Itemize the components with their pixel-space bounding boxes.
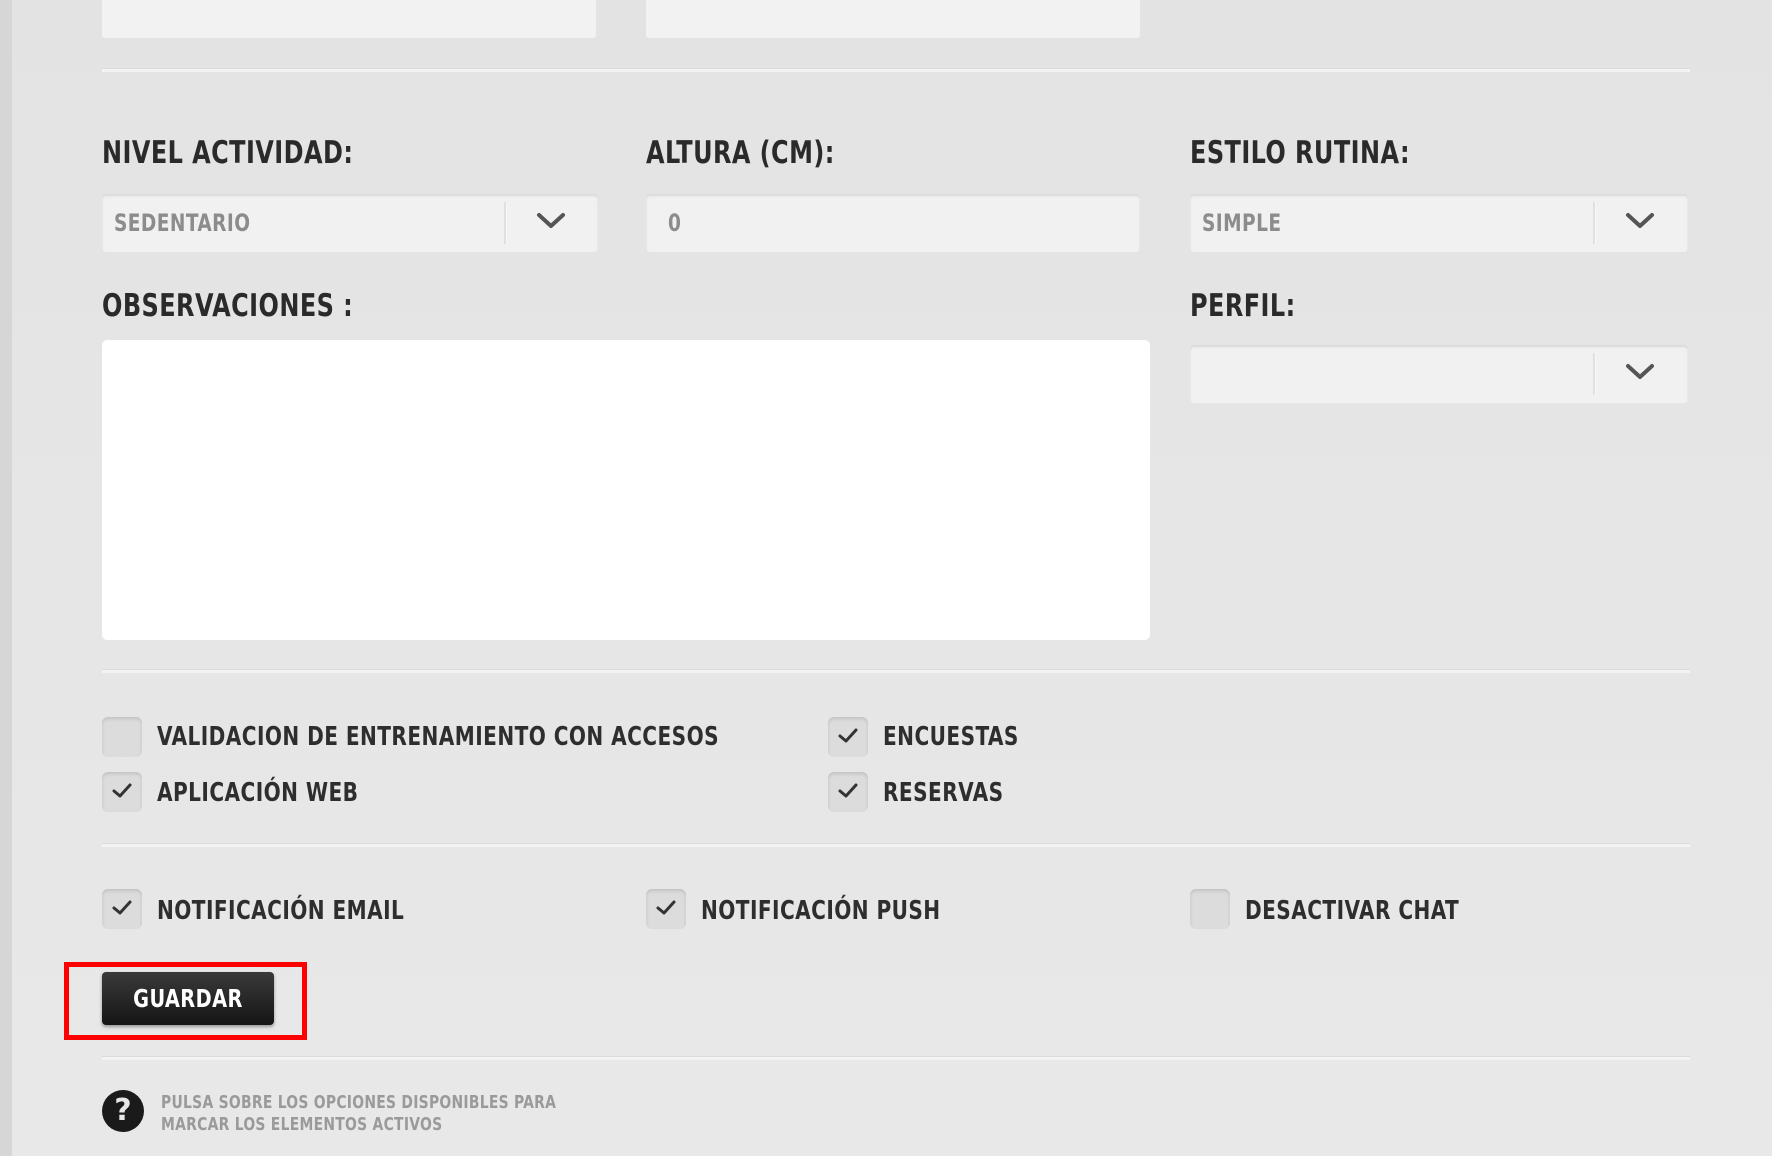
desactivar-chat-checkbox[interactable] — [1190, 889, 1230, 929]
help-text-line-1: PULSA SOBRE LOS OPCIONES DISPONIBLES PAR… — [161, 1092, 557, 1113]
checkmark-icon — [656, 900, 676, 915]
perfil-select[interactable] — [1190, 345, 1688, 403]
checkmark-icon — [838, 783, 858, 798]
select-separator — [1593, 202, 1596, 244]
previous-field-left[interactable] — [102, 0, 596, 38]
nivel-actividad-label: NIVEL ACTIVIDAD: — [102, 135, 354, 171]
section-divider-options — [102, 669, 1690, 673]
previous-field-right[interactable] — [646, 0, 1140, 38]
validacion-entrenamiento-checkbox[interactable] — [102, 717, 142, 757]
encuestas-label[interactable]: ENCUESTAS — [883, 722, 1019, 752]
checkmark-icon — [112, 900, 132, 915]
altura-value: 0 — [668, 209, 682, 237]
section-divider-top — [102, 68, 1690, 72]
aplicacion-web-checkbox[interactable] — [102, 772, 142, 812]
notificacion-email-checkbox[interactable] — [102, 889, 142, 929]
section-divider-bottom — [102, 1056, 1690, 1060]
encuestas-checkbox[interactable] — [828, 717, 868, 757]
nivel-actividad-value: SEDENTARIO — [114, 209, 251, 237]
section-divider-notifications — [102, 843, 1690, 847]
question-circle-icon: ? — [102, 1090, 144, 1132]
reservas-checkbox[interactable] — [828, 772, 868, 812]
observaciones-label: OBSERVACIONES : — [102, 288, 354, 324]
left-edge-strip — [0, 0, 12, 1156]
observaciones-textarea[interactable] — [102, 340, 1150, 640]
estilo-rutina-select[interactable]: SIMPLE — [1190, 194, 1688, 252]
checkmark-icon — [112, 783, 132, 798]
reservas-label[interactable]: RESERVAS — [883, 778, 1004, 808]
help-text-line-2: MARCAR LOS ELEMENTOS ACTIVOS — [161, 1114, 443, 1135]
estilo-rutina-value: SIMPLE — [1202, 209, 1282, 237]
validacion-entrenamiento-label[interactable]: VALIDACION DE ENTRENAMIENTO CON ACCESOS — [157, 722, 719, 752]
select-separator — [1593, 353, 1596, 395]
checkmark-icon — [838, 728, 858, 743]
notificacion-email-label[interactable]: NOTIFICACIÓN EMAIL — [157, 896, 404, 926]
altura-input[interactable]: 0 — [646, 194, 1140, 252]
nivel-actividad-select[interactable]: SEDENTARIO — [102, 194, 598, 252]
notificacion-push-checkbox[interactable] — [646, 889, 686, 929]
save-button-label: GUARDAR — [133, 984, 243, 1013]
select-separator — [504, 202, 507, 244]
chevron-down-icon[interactable] — [1625, 209, 1655, 233]
chevron-down-icon[interactable] — [536, 209, 566, 233]
notificacion-push-label[interactable]: NOTIFICACIÓN PUSH — [701, 896, 941, 926]
altura-label: ALTURA (CM): — [646, 135, 835, 171]
perfil-label: PERFIL: — [1190, 288, 1296, 324]
estilo-rutina-label: ESTILO RUTINA: — [1190, 135, 1410, 171]
aplicacion-web-label[interactable]: APLICACIÓN WEB — [157, 778, 358, 808]
desactivar-chat-label[interactable]: DESACTIVAR CHAT — [1245, 896, 1459, 926]
save-button[interactable]: GUARDAR — [102, 972, 274, 1025]
chevron-down-icon[interactable] — [1625, 360, 1655, 384]
